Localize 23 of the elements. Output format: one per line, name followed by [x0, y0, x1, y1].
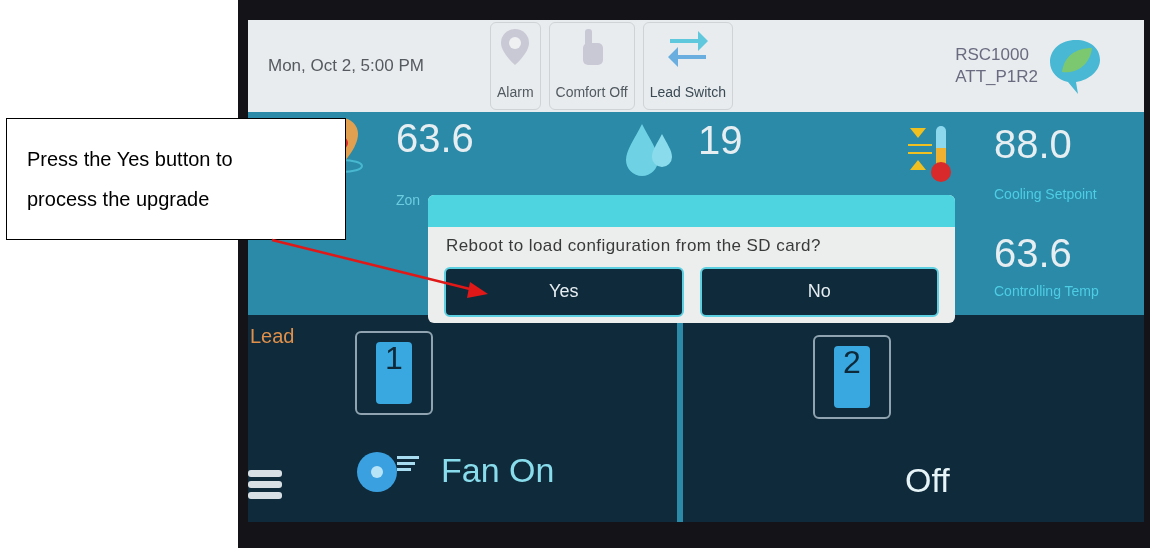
- date-time: Mon, Oct 2, 5:00 PM: [268, 55, 425, 78]
- unit-number: 1: [376, 342, 412, 404]
- header-button[interactable]: Lead Switch: [642, 22, 733, 110]
- dialog-button[interactable]: No: [699, 266, 939, 317]
- unit-number: 2: [834, 346, 870, 408]
- menu-icon[interactable]: [248, 470, 282, 500]
- controlling-temp-value: 63.6: [994, 231, 1073, 275]
- dialog-message: Reboot to load configuration from the SD card?: [445, 235, 822, 257]
- humidity-value: 19: [698, 118, 743, 162]
- controlling-temp-label: Controlling Temp: [994, 282, 1100, 301]
- lead-label: Lead: [250, 324, 296, 349]
- device-name: RSC1000: [955, 44, 1030, 66]
- zone-label: Zon: [396, 191, 422, 210]
- cooling-setpoint-value: 88.0: [994, 122, 1073, 166]
- callout-text: Press the Yes button to process the upgrade: [27, 147, 234, 212]
- device-name: ATT_P1R2: [955, 66, 1038, 88]
- cooling-setpoint-label: Cooling Setpoint: [994, 185, 1097, 204]
- unit-status: Fan On: [441, 450, 555, 491]
- unit-icon[interactable]: 1: [355, 331, 433, 415]
- unit-status: Off: [905, 460, 950, 501]
- dialog-button[interactable]: Yes: [444, 266, 684, 317]
- zone-temperature: 63.6: [396, 116, 474, 160]
- unit-icon[interactable]: 2: [813, 335, 891, 419]
